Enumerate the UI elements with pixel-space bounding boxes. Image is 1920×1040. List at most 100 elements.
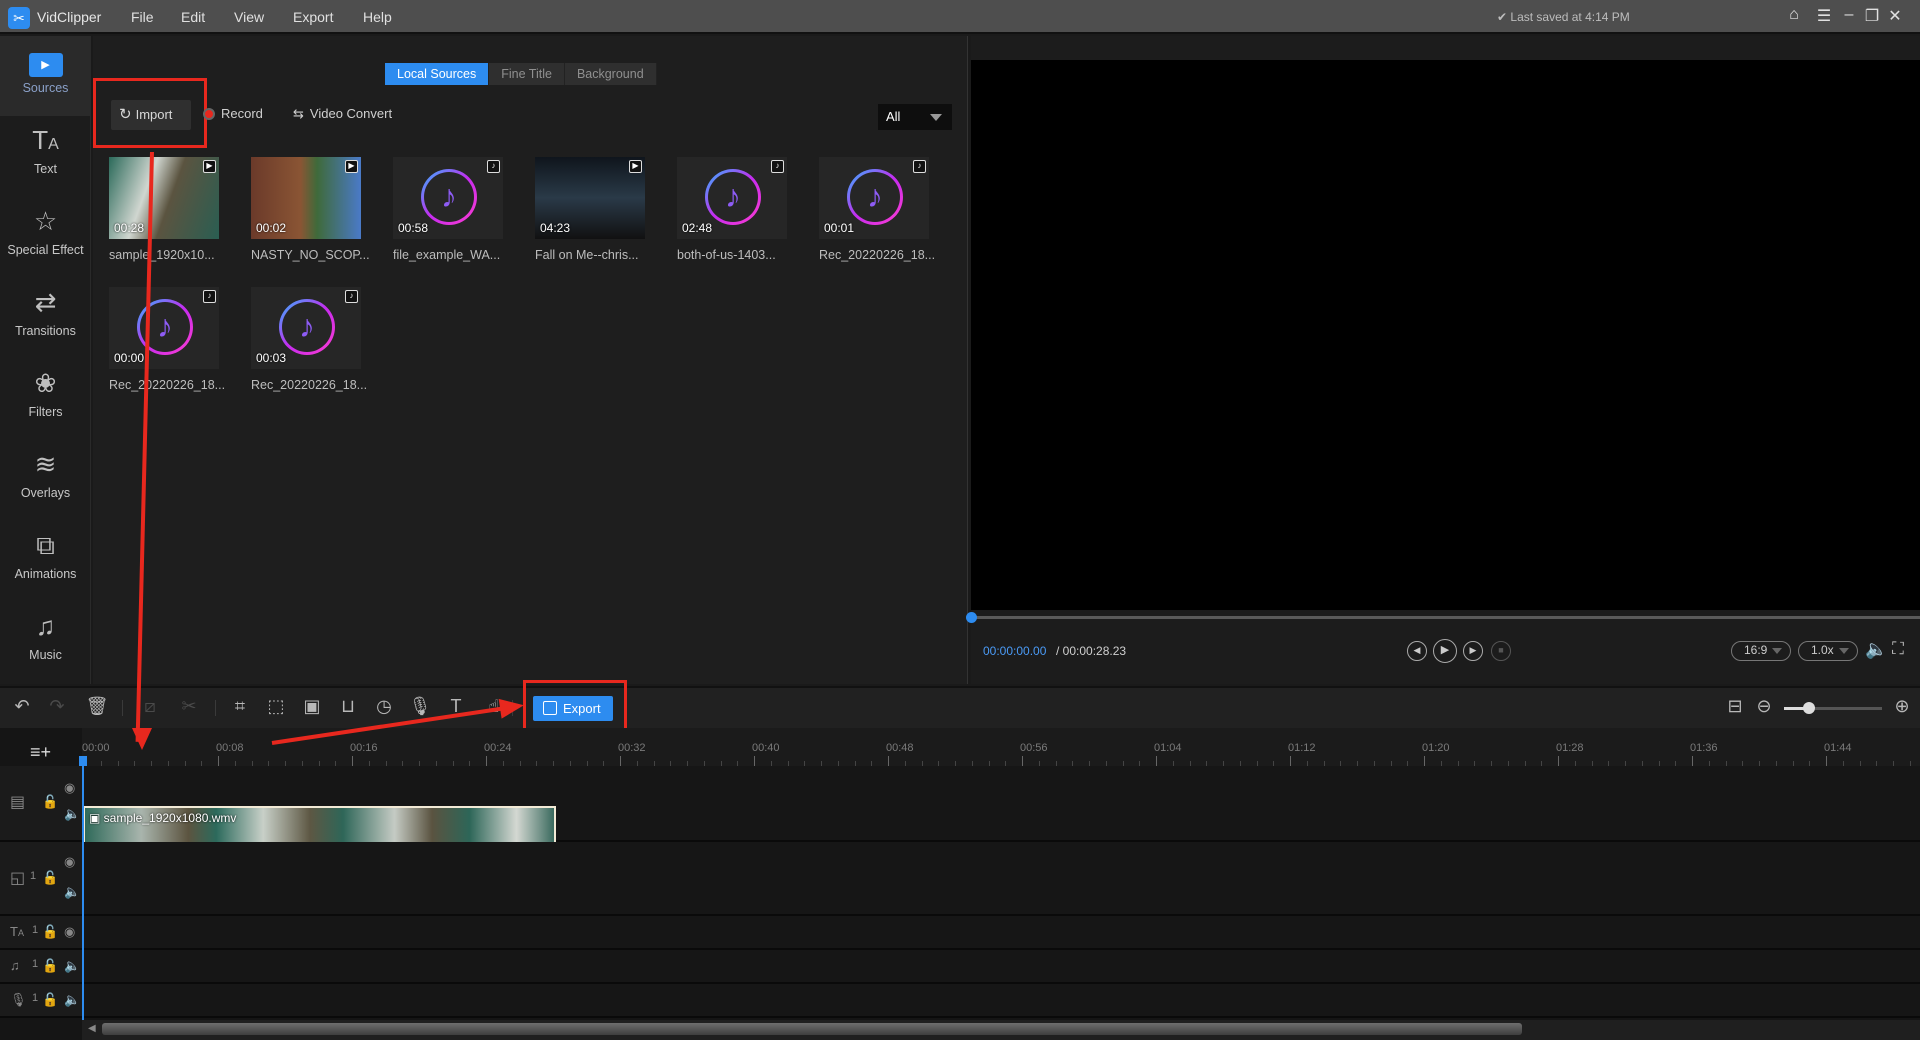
audio-type-icon: ♪	[487, 160, 500, 173]
media-thumbnail[interactable]: ▶ 04:23	[535, 157, 645, 239]
sidebar-item-overlays[interactable]: ≋ Overlays	[0, 441, 91, 521]
minimize-icon[interactable]: –	[1838, 6, 1860, 24]
sidebar-item-animations[interactable]: ⧉ Animations	[0, 522, 91, 602]
scroll-left-icon[interactable]: ◀	[88, 1023, 96, 1034]
add-track-icon[interactable]: ≡+	[30, 742, 51, 763]
save-status: ✔ Last saved at 4:14 PM	[1497, 10, 1630, 24]
undo-icon[interactable]: ↶	[10, 696, 34, 717]
speed-select[interactable]: 1.0x	[1798, 641, 1858, 661]
media-item[interactable]: ♪ ♪ 00:00 Rec_20220226_18...	[109, 287, 225, 407]
freeze-frame-icon[interactable]: ⊔	[336, 696, 360, 717]
record-button[interactable]: Record	[203, 106, 263, 121]
mosaic-icon[interactable]: ▣	[300, 696, 324, 717]
aspect-ratio-select[interactable]: 16:9	[1731, 641, 1791, 661]
stop-icon[interactable]: ■	[1491, 641, 1511, 661]
dropdown-arrow-icon	[1772, 648, 1782, 654]
tab-background[interactable]: Background	[565, 63, 657, 85]
timeline-horizontal-scrollbar[interactable]: ◀	[82, 1020, 1920, 1040]
text-track: TA 1 🔓 ◉	[0, 916, 1920, 950]
home-icon[interactable]: ⌂	[1783, 6, 1805, 24]
folder-play-icon: ▶	[0, 44, 91, 77]
timeline-ruler[interactable]: 00:00 00:08 00:16 00:24 00:32 00:40 00:48 00:56…	[82, 728, 1920, 766]
sidebar-item-sources[interactable]: ▶ Sources	[0, 36, 91, 116]
scrollbar-thumb[interactable]	[102, 1023, 1522, 1035]
audio-type-icon: ♪	[345, 290, 358, 303]
menu-file[interactable]: File	[131, 9, 154, 25]
media-thumbnail[interactable]: ▶ 00:02	[251, 157, 361, 239]
speaker-icon[interactable]: 🔈	[64, 884, 80, 900]
ruler-major-tick	[1692, 756, 1693, 766]
eye-icon[interactable]: ◉	[64, 780, 75, 796]
media-item[interactable]: ▶ 00:28 sample_1920x10...	[109, 157, 223, 277]
sidebar-label: Filters	[28, 405, 63, 419]
eye-icon[interactable]: ◉	[64, 854, 75, 870]
cut-icon[interactable]: ✂	[177, 696, 201, 717]
zoom-out-icon[interactable]: ⊖	[1752, 696, 1776, 717]
tab-local-sources[interactable]: Local Sources	[385, 63, 490, 85]
speaker-icon[interactable]: 🔈	[64, 992, 80, 1008]
ruler-major-tick	[620, 756, 621, 766]
speaker-icon[interactable]: 🔈	[64, 806, 80, 822]
media-item[interactable]: ♪ ♪ 00:58 file_example_WA...	[393, 157, 507, 277]
close-icon[interactable]: ✕	[1884, 6, 1906, 26]
speaker-icon[interactable]: 🔈	[64, 958, 80, 974]
next-frame-icon[interactable]: ▶	[1463, 641, 1483, 661]
hamburger-menu-icon[interactable]: ☰	[1813, 6, 1835, 26]
media-item[interactable]: ♪ ♪ 02:48 both-of-us-1403...	[677, 157, 791, 277]
play-icon[interactable]: ▶	[1433, 639, 1457, 663]
media-thumbnail[interactable]: ▶ 00:28	[109, 157, 219, 239]
tab-fine-title[interactable]: Fine Title	[489, 63, 565, 85]
media-thumbnail[interactable]: ♪ ♪ 00:00	[109, 287, 219, 369]
sidebar-item-music[interactable]: ♫ Music	[0, 603, 91, 683]
maximize-icon[interactable]: ❐	[1861, 6, 1883, 26]
resize-icon[interactable]: ⬚	[264, 696, 288, 717]
media-thumbnail[interactable]: ♪ ♪ 00:01	[819, 157, 929, 239]
ruler-tick-label: 01:12	[1288, 742, 1316, 754]
media-item[interactable]: ♪ ♪ 00:03 Rec_20220226_18...	[251, 287, 367, 407]
sidebar-item-transitions[interactable]: ⇄ Transitions	[0, 279, 91, 359]
playhead[interactable]	[82, 756, 84, 1031]
split-icon[interactable]: ⧄	[138, 696, 162, 717]
speed-icon[interactable]: ◷	[372, 696, 396, 717]
fit-timeline-icon[interactable]: ⊟	[1723, 696, 1747, 717]
volume-icon[interactable]: 🔈	[1865, 639, 1887, 660]
delete-icon[interactable]: 🗑	[85, 696, 109, 717]
media-item[interactable]: ♪ ♪ 00:01 Rec_20220226_18...	[819, 157, 935, 277]
media-name: both-of-us-1403...	[677, 248, 776, 262]
media-thumbnail[interactable]: ♪ ♪ 02:48	[677, 157, 787, 239]
text-icon: TA	[32, 125, 59, 155]
media-thumbnail[interactable]: ♪ ♪ 00:03	[251, 287, 361, 369]
lock-icon[interactable]: 🔓	[42, 794, 58, 810]
scrubber-handle[interactable]	[966, 612, 977, 623]
fullscreen-icon[interactable]: ⛶	[1892, 639, 1904, 659]
previous-frame-icon[interactable]: ◀	[1407, 641, 1427, 661]
preview-scrubber[interactable]	[971, 616, 1920, 619]
track-header: ◱ 1 🔓 ◉ 🔈	[0, 842, 82, 914]
menu-edit[interactable]: Edit	[181, 9, 205, 25]
redo-icon[interactable]: ↷	[45, 696, 69, 717]
voiceover-icon[interactable]: 🎙	[408, 696, 432, 717]
menu-help[interactable]: Help	[363, 9, 392, 25]
lock-icon[interactable]: 🔓	[42, 992, 58, 1008]
lock-icon[interactable]: 🔓	[42, 958, 58, 974]
playhead-handle[interactable]	[79, 756, 87, 766]
crop-icon[interactable]: ⌗	[228, 696, 252, 717]
lock-icon[interactable]: 🔓	[42, 870, 58, 886]
media-filter-dropdown[interactable]: All	[878, 104, 952, 130]
eye-icon[interactable]: ◉	[64, 924, 75, 940]
media-item[interactable]: ▶ 04:23 Fall on Me--chris...	[535, 157, 649, 277]
zoom-in-icon[interactable]: ⊕	[1890, 696, 1914, 717]
zoom-handle[interactable]	[1802, 702, 1815, 714]
sidebar-item-text[interactable]: TA Text	[0, 117, 91, 197]
video-convert-button[interactable]: ⇆ Video Convert	[293, 106, 392, 122]
sidebar-label: Music	[29, 648, 62, 662]
sidebar-item-special-effect[interactable]: ☆ Special Effect	[0, 198, 91, 278]
media-name: file_example_WA...	[393, 248, 501, 262]
timeline-zoom-slider[interactable]	[1784, 702, 1882, 714]
menu-export[interactable]: Export	[293, 9, 333, 25]
media-item[interactable]: ▶ 00:02 NASTY_NO_SCOP...	[251, 157, 370, 277]
sidebar-item-filters[interactable]: ❀ Filters	[0, 360, 91, 440]
media-thumbnail[interactable]: ♪ ♪ 00:58	[393, 157, 503, 239]
lock-icon[interactable]: 🔓	[42, 924, 58, 940]
menu-view[interactable]: View	[234, 9, 264, 25]
